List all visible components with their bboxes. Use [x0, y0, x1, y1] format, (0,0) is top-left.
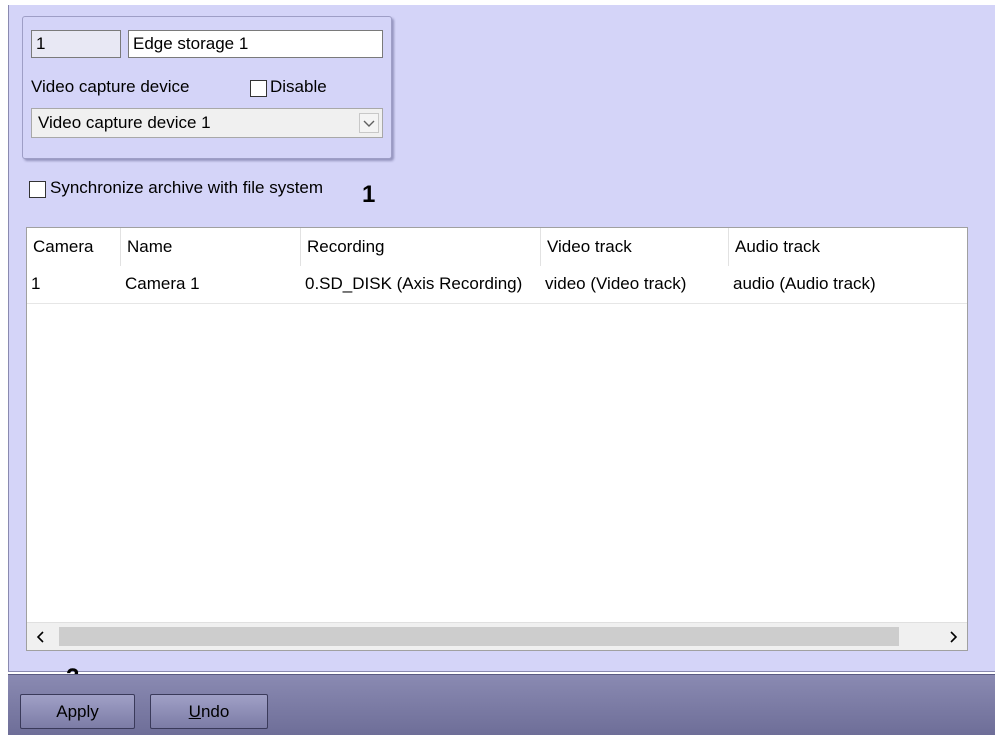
cell-audio-track: audio (Audio track): [733, 274, 876, 293]
annotation-marker-1: 1: [362, 181, 376, 208]
camera-table: Camera Name Recording Video track Audio …: [26, 227, 968, 651]
disable-label: Disable: [270, 77, 327, 96]
table-row[interactable]: 1 Camera 1 0.SD_DISK (Axis Recording) vi…: [27, 266, 967, 304]
column-header-recording[interactable]: Recording: [301, 228, 541, 266]
cell-video-track: video (Video track): [545, 274, 687, 293]
column-header-name[interactable]: Name: [121, 228, 301, 266]
selected-device-value: Video capture device 1: [38, 113, 211, 132]
disable-checkbox[interactable]: [250, 80, 267, 97]
table-header: Camera Name Recording Video track Audio …: [27, 228, 967, 266]
storage-id-field[interactable]: 1: [31, 30, 121, 58]
sync-archive-checkbox[interactable]: [29, 181, 46, 198]
chevron-down-icon[interactable]: [359, 113, 379, 133]
column-header-camera[interactable]: Camera: [27, 228, 121, 266]
column-header-audio-track[interactable]: Audio track: [729, 228, 967, 266]
undo-mnemonic: U: [188, 702, 201, 721]
apply-button[interactable]: Apply: [20, 694, 135, 729]
undo-label-rest: ndo: [200, 702, 230, 721]
chevron-left-icon[interactable]: [27, 623, 55, 650]
bottom-toolbar: Apply Undo: [8, 674, 995, 735]
storage-group: 1 Edge storage 1 Video capture device Di…: [22, 16, 392, 159]
column-header-video-track[interactable]: Video track: [541, 228, 729, 266]
horizontal-scrollbar[interactable]: [27, 622, 967, 650]
video-capture-label: Video capture device: [31, 77, 190, 96]
chevron-right-icon[interactable]: [939, 623, 967, 650]
cell-recording: 0.SD_DISK (Axis Recording): [305, 274, 523, 293]
sync-archive-label: Synchronize archive with file system: [50, 178, 324, 197]
settings-panel: 1 Edge storage 1 Video capture device Di…: [8, 5, 995, 672]
video-capture-device-select[interactable]: Video capture device 1: [31, 108, 383, 138]
cell-camera: 1: [31, 274, 41, 293]
cell-name: Camera 1: [125, 274, 200, 293]
undo-button[interactable]: Undo: [150, 694, 268, 729]
scrollbar-thumb[interactable]: [59, 627, 899, 646]
storage-name-field[interactable]: Edge storage 1: [128, 30, 383, 58]
